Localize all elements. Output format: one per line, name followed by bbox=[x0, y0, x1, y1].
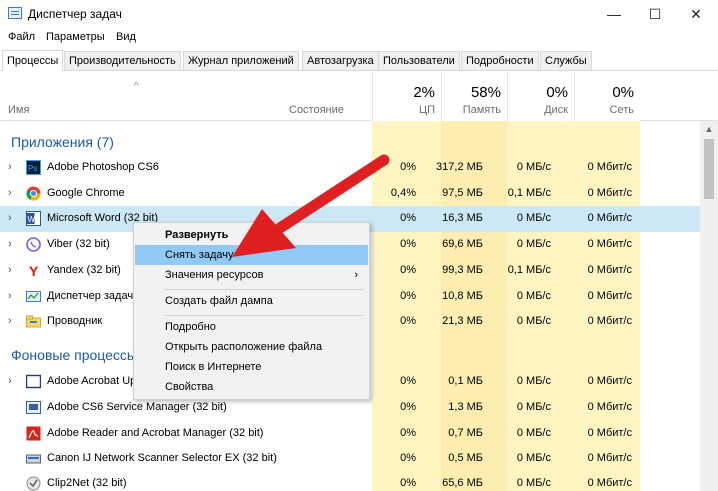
red-arrow-icon bbox=[232, 154, 390, 257]
